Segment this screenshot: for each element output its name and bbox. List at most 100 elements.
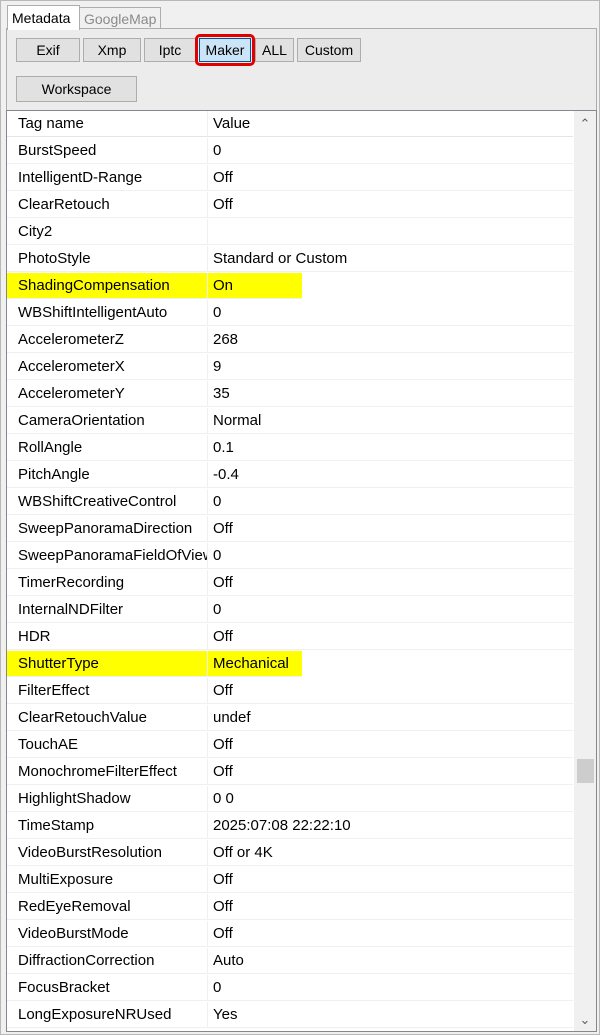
vertical-scrollbar[interactable]: ⌃ ⌄ — [574, 111, 596, 1031]
table-row[interactable]: IntelligentD-Range Off — [7, 165, 573, 192]
table-row[interactable]: WBShiftIntelligentAuto 0 — [7, 300, 573, 327]
tag-name-cell: MultiExposure — [7, 867, 208, 893]
value-cell: 0 — [208, 597, 573, 623]
tag-name-cell: AccelerometerY — [7, 381, 208, 407]
tag-name-cell: ClearRetouch — [7, 192, 208, 218]
scroll-down-icon[interactable]: ⌄ — [574, 1009, 596, 1031]
value-cell: Off — [208, 516, 573, 542]
value-cell: Mechanical — [208, 651, 302, 677]
tag-name-cell: BurstSpeed — [7, 138, 208, 164]
table-row[interactable]: AccelerometerY 35 — [7, 381, 573, 408]
value-cell: Off — [208, 192, 573, 218]
tag-name-cell: AccelerometerZ — [7, 327, 208, 353]
table-row[interactable]: FilterEffect Off — [7, 678, 573, 705]
tag-name-cell: CameraOrientation — [7, 408, 208, 434]
scroll-up-icon[interactable]: ⌃ — [574, 113, 596, 135]
tag-name-cell: DiffractionCorrection — [7, 948, 208, 974]
maker-button[interactable]: Maker — [195, 34, 255, 66]
table-row[interactable]: TouchAE Off — [7, 732, 573, 759]
table-row[interactable]: FocusBracket 0 — [7, 975, 573, 1002]
tag-name-cell: ShutterType — [7, 651, 208, 677]
table-row[interactable]: BurstSpeed 0 — [7, 138, 573, 165]
value-cell: 0 — [208, 138, 573, 164]
value-cell: 35 — [208, 381, 573, 407]
tag-name-cell: TimerRecording — [7, 570, 208, 596]
value-cell: Standard or Custom — [208, 246, 573, 272]
value-cell: 0 — [208, 300, 573, 326]
table-row[interactable]: SweepPanoramaFieldOfView 0 — [7, 543, 573, 570]
scrollbar-thumb[interactable] — [577, 759, 594, 783]
table-row[interactable]: ClearRetouch Off — [7, 192, 573, 219]
value-cell: 0 0 — [208, 786, 573, 812]
tag-name-cell: HighlightShadow — [7, 786, 208, 812]
value-cell: 268 — [208, 327, 573, 353]
metadata-table: Tag name Value BurstSpeed 0 IntelligentD-R… — [6, 110, 597, 1032]
tag-name-cell: VideoBurstMode — [7, 921, 208, 947]
tag-name-cell: LongExposureNRUsed — [7, 1002, 208, 1028]
table-row[interactable]: TimeStamp 2025:07:08 22:22:10 — [7, 813, 573, 840]
tag-name-cell: TimeStamp — [7, 813, 208, 839]
value-cell: Off — [208, 678, 573, 704]
table-row[interactable]: LongExposureNRUsed Yes — [7, 1002, 573, 1029]
tab-googlemap[interactable]: GoogleMap — [79, 7, 161, 29]
value-cell: -0.4 — [208, 462, 573, 488]
table-row[interactable]: AccelerometerX 9 — [7, 354, 573, 381]
value-cell: 0 — [208, 543, 573, 569]
table-row[interactable]: SweepPanoramaDirection Off — [7, 516, 573, 543]
tab-metadata[interactable]: Metadata — [7, 5, 80, 30]
value-cell: Off — [208, 732, 573, 758]
value-cell: Off — [208, 867, 573, 893]
table-row[interactable]: RollAngle 0.1 — [7, 435, 573, 462]
value-cell: 0.1 — [208, 435, 573, 461]
tag-name-cell: SweepPanoramaFieldOfView — [7, 543, 208, 569]
exif-button[interactable]: Exif — [16, 38, 80, 62]
table-row[interactable]: VideoBurstMode Off — [7, 921, 573, 948]
table-row[interactable]: ShadingCompensation On — [7, 273, 573, 300]
table-row[interactable]: City2 — [7, 219, 573, 246]
table-row[interactable]: MultiExposure Off — [7, 867, 573, 894]
value-cell: undef — [208, 705, 573, 731]
table-row[interactable]: ClearRetouchValue undef — [7, 705, 573, 732]
value-cell: Off — [208, 624, 573, 650]
table-row[interactable]: PitchAngle -0.4 — [7, 462, 573, 489]
table-row[interactable]: VideoBurstResolution Off or 4K — [7, 840, 573, 867]
all-button[interactable]: ALL — [255, 38, 294, 62]
value-cell: Off — [208, 894, 573, 920]
table-row[interactable]: MonochromeFilterEffect Off — [7, 759, 573, 786]
workspace-button[interactable]: Workspace — [16, 76, 137, 102]
table-row[interactable]: HighlightShadow 0 0 — [7, 786, 573, 813]
table-row[interactable]: HDR Off — [7, 624, 573, 651]
table-row[interactable]: RedEyeRemoval Off — [7, 894, 573, 921]
table-header: Tag name Value — [7, 111, 573, 138]
tag-name-cell: InternalNDFilter — [7, 597, 208, 623]
column-header-tag-name[interactable]: Tag name — [7, 111, 208, 137]
tag-name-cell: IntelligentD-Range — [7, 165, 208, 191]
tag-name-cell: ClearRetouchValue — [7, 705, 208, 731]
value-cell: 9 — [208, 354, 573, 380]
value-cell: Normal — [208, 408, 573, 434]
tag-name-cell: SweepPanoramaDirection — [7, 516, 208, 542]
value-cell: Off — [208, 921, 573, 947]
value-cell: Off — [208, 759, 573, 785]
tag-name-cell: FilterEffect — [7, 678, 208, 704]
table-row[interactable]: ShutterType Mechanical — [7, 651, 573, 678]
table-row[interactable]: WBShiftCreativeControl 0 — [7, 489, 573, 516]
value-cell: Off — [208, 570, 573, 596]
value-cell: Off or 4K — [208, 840, 573, 866]
table-row[interactable]: CameraOrientation Normal — [7, 408, 573, 435]
table-row[interactable]: AccelerometerZ 268 — [7, 327, 573, 354]
value-cell: Off — [208, 165, 573, 191]
tag-name-cell: WBShiftCreativeControl — [7, 489, 208, 515]
value-cell: On — [208, 273, 302, 299]
table-row[interactable]: DiffractionCorrection Auto — [7, 948, 573, 975]
value-cell: 2025:07:08 22:22:10 — [208, 813, 573, 839]
column-header-value[interactable]: Value — [208, 111, 573, 137]
xmp-button[interactable]: Xmp — [83, 38, 141, 62]
table-row[interactable]: TimerRecording Off — [7, 570, 573, 597]
custom-button[interactable]: Custom — [297, 38, 361, 62]
table-row[interactable]: PhotoStyle Standard or Custom — [7, 246, 573, 273]
table-row[interactable]: InternalNDFilter 0 — [7, 597, 573, 624]
iptc-button[interactable]: Iptc — [144, 38, 196, 62]
tag-name-cell: ShadingCompensation — [7, 273, 208, 299]
tag-name-cell: TouchAE — [7, 732, 208, 758]
